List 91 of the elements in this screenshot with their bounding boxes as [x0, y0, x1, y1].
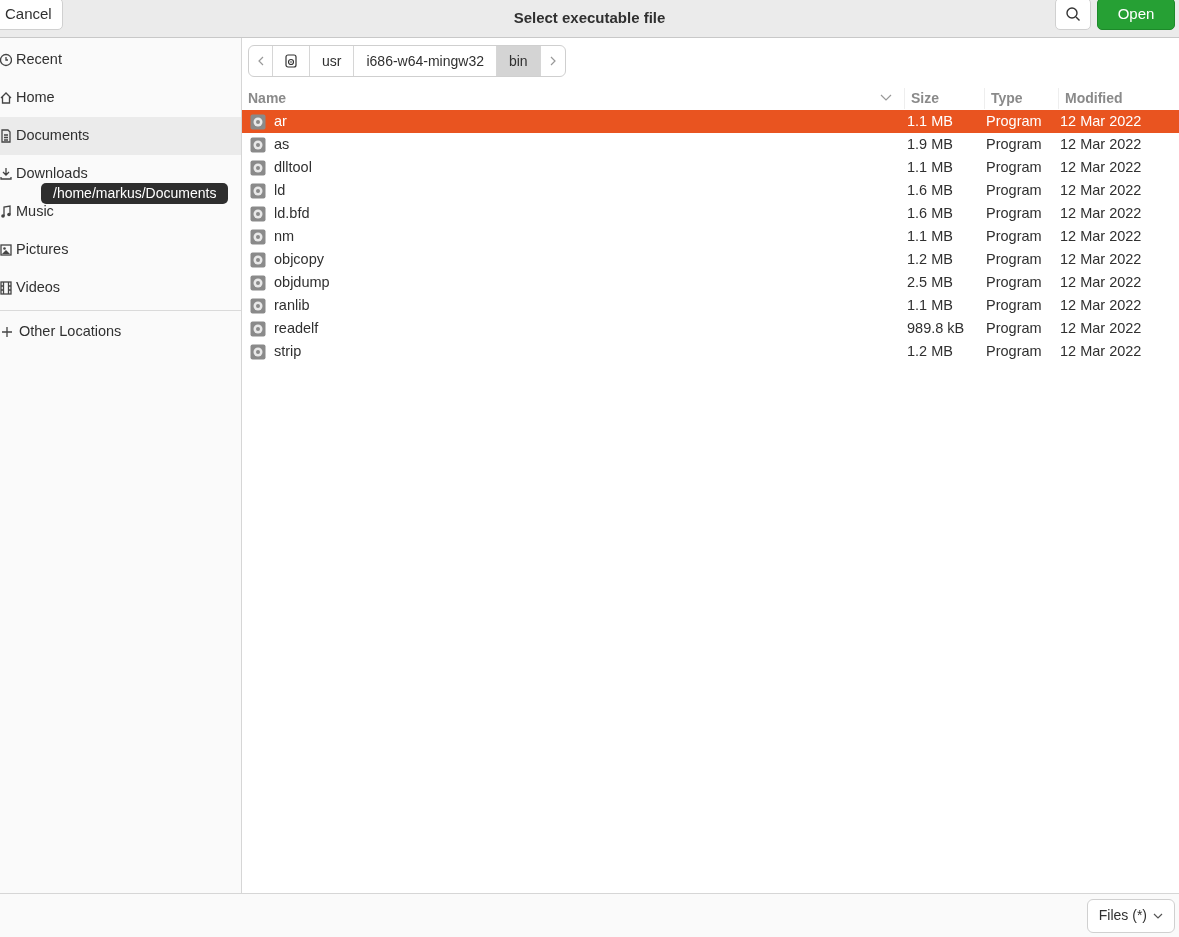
file-type: Program	[986, 181, 1042, 198]
file-type: Program	[986, 250, 1042, 267]
document-icon	[0, 129, 12, 143]
file-date: 12 Mar 2022	[1060, 227, 1142, 244]
gear-icon	[250, 320, 266, 337]
gear-icon	[250, 274, 266, 291]
file-type: Program	[986, 227, 1042, 244]
file-date: 12 Mar 2022	[1060, 135, 1142, 152]
plus-icon	[1, 325, 13, 339]
file-size: 1.9 MB	[907, 135, 953, 152]
file-name: as	[274, 134, 290, 154]
picture-icon	[0, 243, 12, 257]
file-date: 12 Mar 2022	[1060, 250, 1142, 267]
file-type: Program	[986, 158, 1042, 175]
file-name: objdump	[274, 272, 330, 292]
file-type: Program	[986, 112, 1042, 129]
file-name: ranlib	[274, 295, 310, 315]
sidebar-item[interactable]: Videos	[0, 269, 241, 307]
file-size: 1.2 MB	[907, 342, 953, 359]
file-date: 12 Mar 2022	[1060, 112, 1142, 129]
file-size: 1.1 MB	[907, 158, 953, 175]
file-date: 12 Mar 2022	[1060, 342, 1142, 359]
file-size: 1.6 MB	[907, 181, 953, 198]
file-size: 1.2 MB	[907, 250, 953, 267]
file-name: nm	[274, 226, 295, 246]
file-name: ld	[274, 180, 286, 200]
path-segment[interactable]: bin	[496, 46, 541, 76]
gear-icon	[250, 228, 266, 245]
file-row[interactable]: ranlib 1.1 MB Program 12 Mar 2022	[242, 294, 1179, 317]
chevron-down-icon	[1153, 912, 1163, 919]
gear-icon	[250, 113, 266, 130]
file-row[interactable]: objcopy 1.2 MB Program 12 Mar 2022	[242, 248, 1179, 271]
sidebar-item[interactable]: Documents	[0, 117, 241, 155]
file-row[interactable]: ld 1.6 MB Program 12 Mar 2022	[242, 179, 1179, 202]
file-type: Program	[986, 273, 1042, 290]
search-icon	[1065, 6, 1081, 22]
file-name: strip	[274, 341, 302, 361]
window-title: Select executable file	[513, 8, 666, 29]
file-type: Program	[986, 342, 1042, 359]
sidebar-item[interactable]: Pictures	[0, 231, 241, 269]
gear-icon	[250, 182, 266, 199]
file-name: ar	[274, 111, 287, 131]
clock-icon	[0, 53, 12, 67]
music-note-icon	[0, 205, 12, 219]
tooltip: /home/markus/Documents	[41, 183, 229, 204]
gear-icon	[250, 159, 266, 176]
file-name: ld.bfd	[274, 203, 310, 223]
file-date: 12 Mar 2022	[1060, 273, 1142, 290]
file-date: 12 Mar 2022	[1060, 181, 1142, 198]
file-size: 1.1 MB	[907, 112, 953, 129]
file-size: 1.6 MB	[907, 204, 953, 221]
home-icon	[0, 91, 12, 105]
file-size: 989.8 kB	[907, 319, 965, 336]
chevron-right-icon	[549, 56, 556, 66]
file-type: Program	[986, 319, 1042, 336]
sidebar-item[interactable]: Other Locations	[0, 311, 241, 353]
file-date: 12 Mar 2022	[1060, 204, 1142, 221]
file-type: Program	[986, 135, 1042, 152]
file-name: readelf	[274, 318, 319, 338]
file-size: 1.1 MB	[907, 296, 953, 313]
gear-icon	[250, 343, 266, 360]
file-name: objcopy	[274, 249, 324, 269]
film-icon	[0, 281, 12, 295]
sidebar-item[interactable]: Home	[0, 79, 241, 117]
file-row[interactable]: ld.bfd 1.6 MB Program 12 Mar 2022	[242, 202, 1179, 225]
file-date: 12 Mar 2022	[1060, 296, 1142, 313]
chevron-left-icon	[257, 56, 264, 66]
file-row[interactable]: as 1.9 MB Program 12 Mar 2022	[242, 133, 1179, 156]
file-type: Program	[986, 204, 1042, 221]
gear-icon	[250, 205, 266, 222]
file-type: Program	[986, 296, 1042, 313]
cancel-button[interactable]: Cancel	[0, 0, 63, 30]
chevron-down-icon[interactable]	[880, 94, 892, 102]
file-date: 12 Mar 2022	[1060, 319, 1142, 336]
download-icon	[0, 167, 12, 181]
file-size: 1.1 MB	[907, 227, 953, 244]
file-row[interactable]: readelf 989.8 kB Program 12 Mar 2022	[242, 317, 1179, 340]
file-row[interactable]: objdump 2.5 MB Program 12 Mar 2022	[242, 271, 1179, 294]
file-row[interactable]: nm 1.1 MB Program 12 Mar 2022	[242, 225, 1179, 248]
gear-icon	[250, 136, 266, 153]
filter-dropdown[interactable]: Files (*)	[1086, 898, 1175, 933]
file-row[interactable]: ar 1.1 MB Program 12 Mar 2022	[242, 110, 1179, 133]
search-button[interactable]	[1055, 0, 1091, 30]
file-name: dlltool	[274, 157, 312, 177]
file-size: 2.5 MB	[907, 273, 953, 290]
file-date: 12 Mar 2022	[1060, 158, 1142, 175]
gear-icon	[250, 251, 266, 268]
gear-icon	[250, 297, 266, 314]
file-row[interactable]: strip 1.2 MB Program 12 Mar 2022	[242, 340, 1179, 363]
file-row[interactable]: dlltool 1.1 MB Program 12 Mar 2022	[242, 156, 1179, 179]
sidebar-item[interactable]: Recent	[0, 41, 241, 79]
